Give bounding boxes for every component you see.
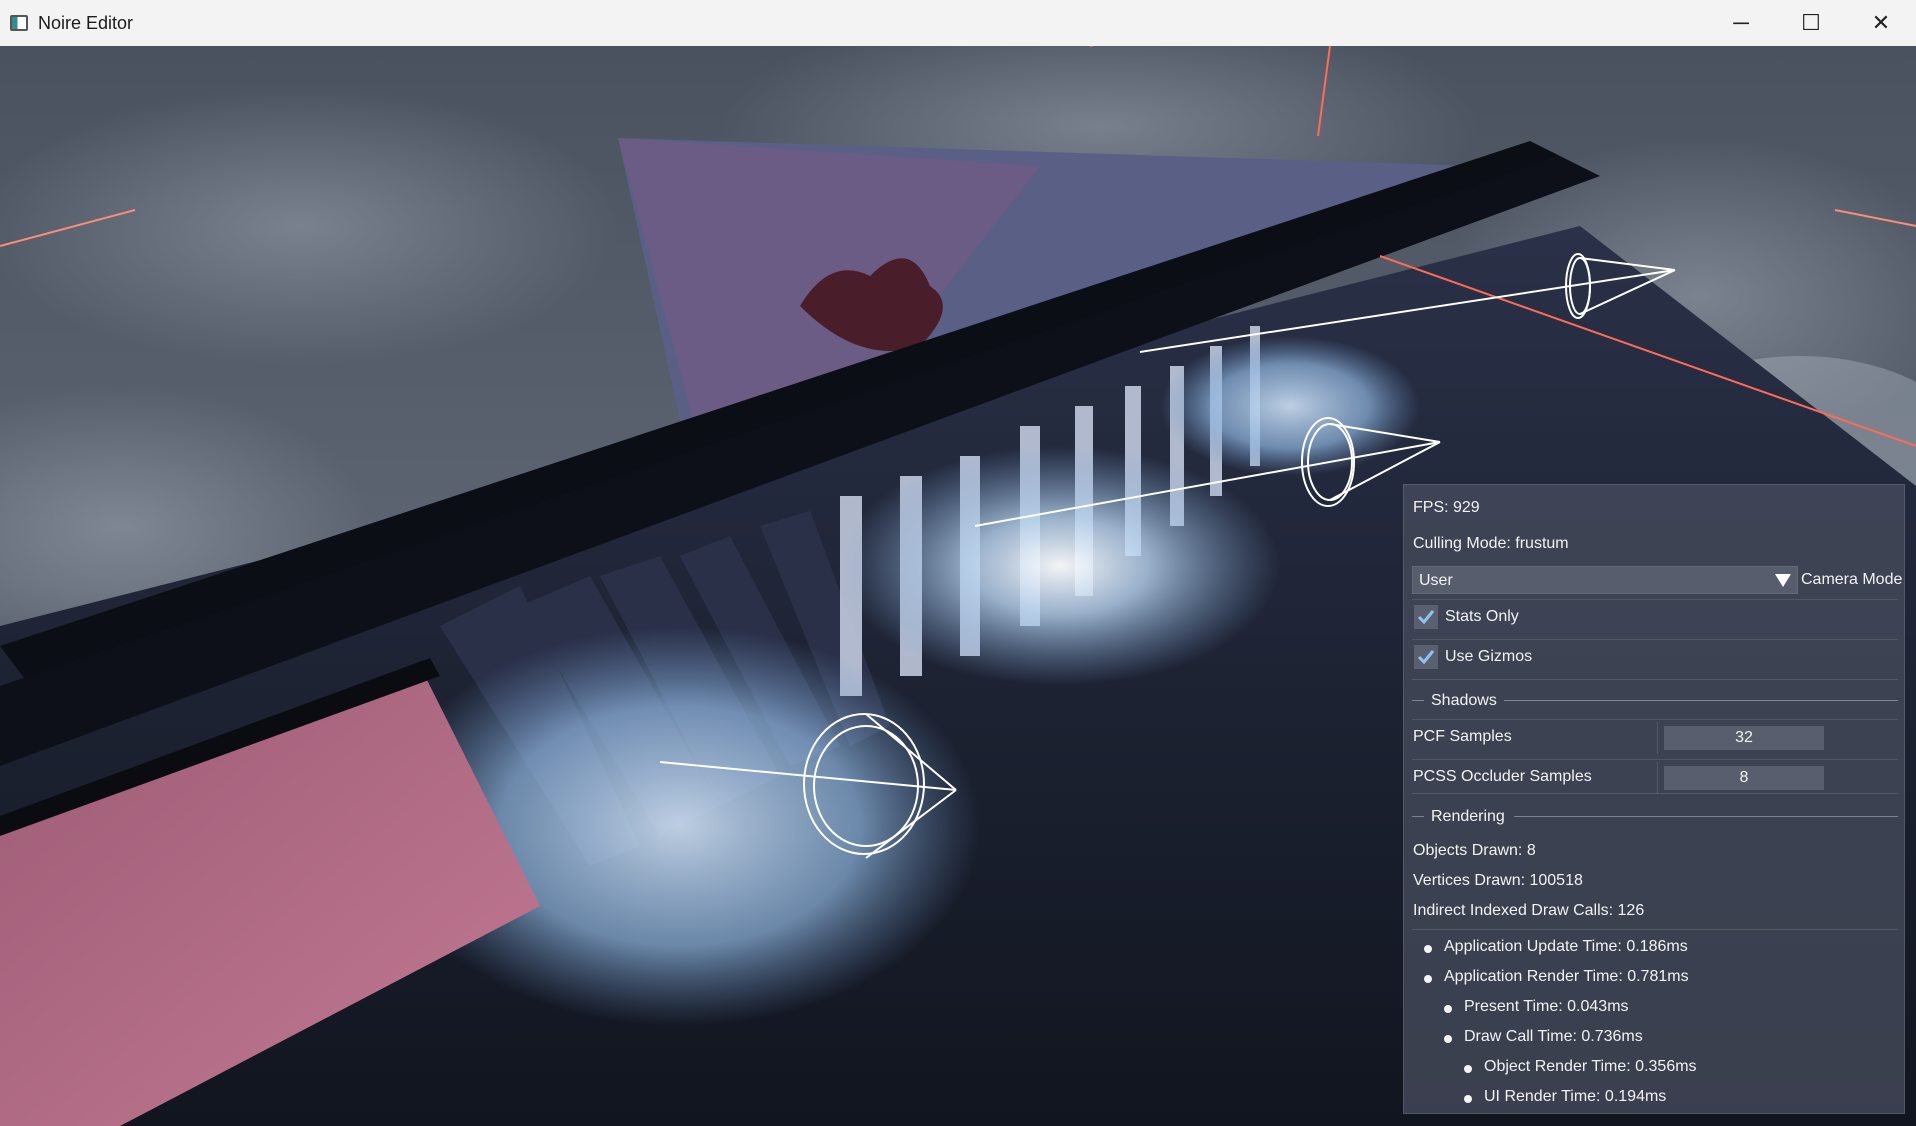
bullet-icon [1464, 1065, 1472, 1073]
checkmark-icon [1417, 610, 1435, 625]
checkmark-icon [1417, 650, 1435, 665]
pcf-samples-row: PCF Samples 32 [1412, 719, 1898, 754]
objects-drawn-text: Objects Drawn: 8 [1413, 842, 1536, 859]
use-gizmos-toggle[interactable]: Use Gizmos [1412, 639, 1898, 673]
rendering-section-header[interactable]: Rendering [1412, 807, 1898, 827]
draw-calls-text: Indirect Indexed Draw Calls: 126 [1413, 902, 1645, 919]
timing-render: Application Render Time: 0.781ms [1444, 968, 1689, 985]
shadows-header-label: Shadows [1431, 692, 1497, 709]
fps-text: FPS: 929 [1413, 499, 1480, 516]
stats-only-toggle[interactable]: Stats Only [1412, 599, 1898, 633]
use-gizmos-label: Use Gizmos [1445, 648, 1533, 665]
bullet-icon [1444, 1005, 1452, 1013]
window-controls: ─ ☐ ✕ [1706, 0, 1916, 46]
shadows-section-header[interactable]: Shadows [1412, 691, 1898, 711]
pcss-occluder-input[interactable]: 8 [1664, 766, 1824, 790]
dropdown-arrow-icon[interactable] [1775, 574, 1791, 587]
timing-update: Application Update Time: 0.186ms [1444, 938, 1688, 955]
app-icon [10, 15, 28, 31]
bullet-icon [1424, 975, 1432, 983]
timing-object-render: Object Render Time: 0.356ms [1484, 1058, 1697, 1075]
maximize-icon[interactable]: ☐ [1776, 0, 1846, 46]
camera-mode-select[interactable]: User [1412, 566, 1798, 594]
camera-mode-label: Camera Mode [1801, 571, 1903, 588]
camera-mode-value: User [1419, 572, 1453, 589]
use-gizmos-checkbox[interactable] [1414, 645, 1438, 669]
pcf-samples-input[interactable]: 32 [1664, 726, 1824, 750]
bullet-icon [1444, 1035, 1452, 1043]
stats-only-label: Stats Only [1445, 608, 1519, 625]
pcss-occluder-label: PCSS Occluder Samples [1413, 768, 1592, 785]
stats-panel: FPS: 929 Culling Mode: frustum User Came… [1403, 484, 1905, 1114]
bullet-icon [1464, 1095, 1472, 1103]
vertices-drawn-text: Vertices Drawn: 100518 [1413, 872, 1583, 889]
stats-only-checkbox[interactable] [1414, 605, 1438, 629]
timing-present: Present Time: 0.043ms [1464, 998, 1629, 1015]
window-title: Noire Editor [38, 12, 134, 33]
rendering-header-label: Rendering [1431, 808, 1505, 825]
close-icon[interactable]: ✕ [1846, 0, 1916, 46]
timing-draw-call: Draw Call Time: 0.736ms [1464, 1028, 1643, 1045]
minimize-icon[interactable]: ─ [1706, 0, 1776, 46]
pcss-occluder-row: PCSS Occluder Samples 8 [1412, 759, 1898, 794]
title-bar: Noire Editor ─ ☐ ✕ [0, 0, 1916, 47]
bullet-icon [1424, 945, 1432, 953]
timing-ui-render: UI Render Time: 0.194ms [1484, 1088, 1667, 1105]
culling-mode-text: Culling Mode: frustum [1413, 535, 1569, 552]
pcf-samples-label: PCF Samples [1413, 728, 1512, 745]
